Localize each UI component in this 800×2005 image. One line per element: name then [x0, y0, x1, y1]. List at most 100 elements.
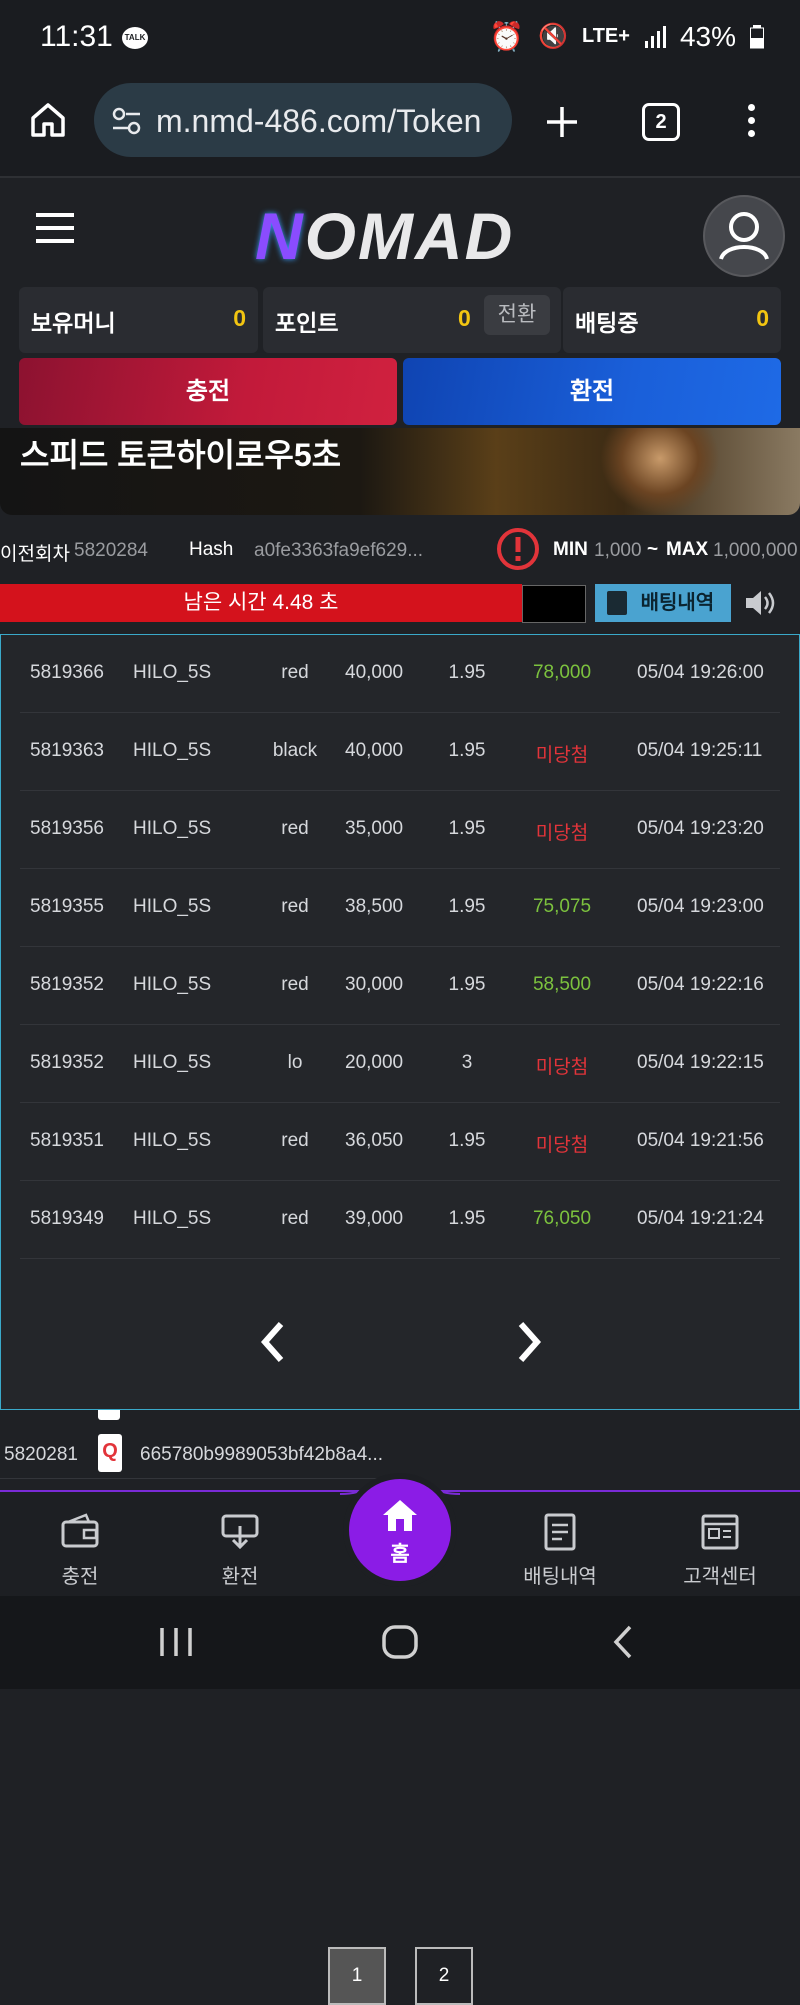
bet-odds: 1.95 — [448, 662, 486, 683]
bet-result: 미당첨 — [535, 1057, 589, 1078]
exchange-button[interactable]: 환전 — [403, 358, 781, 425]
game-name: HILO_5S — [133, 1130, 212, 1151]
user-icon — [719, 212, 769, 260]
bet-result: 미당첨 — [535, 1135, 589, 1156]
alert-icon[interactable] — [496, 527, 540, 571]
banner-character-image — [600, 428, 720, 515]
bet-id: 5819349 — [30, 1208, 104, 1229]
status-bar: 11:31 TALK ⏰ 🔇 LTE+ 43% — [0, 0, 800, 80]
bet-time: 05/04 19:22:16 — [637, 974, 764, 995]
point-value: 0 — [458, 305, 471, 331]
bet-time: 05/04 19:26:00 — [637, 662, 764, 683]
min-label: MIN — [553, 539, 588, 560]
nav-history-label: 배팅내역 — [523, 1566, 597, 1588]
charge-button[interactable]: 충전 — [19, 358, 397, 425]
point-label: 포인트 — [275, 310, 339, 336]
bet-amount: 40,000 — [345, 662, 404, 683]
home-icon[interactable] — [28, 100, 68, 140]
bet-pick: red — [281, 662, 309, 683]
status-icons: ⏰ 🔇 LTE+ 43% — [489, 20, 764, 53]
nav-home[interactable]: 홈 — [349, 1479, 451, 1581]
table-row: 5819349 HILO_5S red 39,000 1.95 76,050 05/04 1… — [20, 1181, 780, 1259]
sound-icon[interactable] — [744, 588, 778, 618]
betting-box: 배팅중 0 — [563, 287, 781, 353]
nav-home-label: 홈 — [390, 1543, 410, 1566]
page-1-button[interactable]: 1 — [328, 1947, 386, 2005]
bet-odds: 1.95 — [448, 896, 486, 917]
page-2-button[interactable]: 2 — [415, 1947, 473, 2005]
bet-odds: 3 — [461, 1052, 473, 1073]
address-bar[interactable]: m.nmd-486.com/Token — [94, 83, 512, 157]
betting-history-button[interactable]: 배팅내역 — [595, 584, 731, 622]
range-separator: ~ — [647, 539, 659, 560]
recents-icon[interactable] — [158, 1626, 194, 1658]
bet-time: 05/04 19:21:24 — [637, 1208, 764, 1229]
nav-history[interactable]: 배팅내역 — [490, 1513, 630, 1589]
bet-odds: 1.95 — [448, 1130, 486, 1151]
nav-exchange[interactable]: 환전 — [170, 1514, 310, 1589]
system-nav-bar — [0, 1596, 800, 1689]
bet-time: 05/04 19:23:00 — [637, 896, 764, 917]
document-icon — [544, 1513, 576, 1551]
bet-amount: 36,050 — [345, 1130, 404, 1151]
prev-page-icon[interactable] — [257, 1320, 287, 1364]
game-name: HILO_5S — [133, 662, 212, 683]
tab-switcher-button[interactable]: 2 — [642, 103, 680, 141]
withdraw-icon — [221, 1514, 259, 1550]
money-value: 0 — [233, 305, 246, 331]
table-row: 5819352 HILO_5S lo 20,000 3 미당첨 05/04 19:22:15 — [20, 1025, 780, 1103]
bet-id: 5819351 — [30, 1130, 104, 1151]
alarm-icon: ⏰ — [489, 21, 525, 52]
countdown-remainder — [522, 585, 586, 623]
bet-pick: red — [281, 1130, 309, 1151]
bet-pick: red — [281, 974, 309, 995]
hash-value: a0fe3363fa9ef629... — [254, 540, 424, 561]
convert-button[interactable]: 전환 — [484, 295, 550, 335]
home-nav-icon — [383, 1500, 417, 1531]
money-box: 보유머니 0 — [19, 287, 258, 353]
back-icon[interactable] — [610, 1624, 636, 1660]
bet-result: 75,075 — [532, 896, 592, 917]
menu-icon[interactable] — [36, 213, 74, 252]
new-tab-icon[interactable] — [545, 105, 579, 139]
bet-result: 76,050 — [532, 1208, 592, 1229]
bet-amount: 30,000 — [345, 974, 404, 995]
hash-label: Hash — [189, 539, 234, 560]
game-banner: 스피드 토큰하이로우5초 — [0, 428, 800, 515]
profile-avatar[interactable] — [703, 195, 785, 277]
round-info: 이전회차 5820284 Hash a0fe3363fa9ef629... MI… — [0, 525, 800, 575]
bet-id: 5819366 — [30, 662, 104, 683]
url-text: m.nmd-486.com/Token — [156, 103, 482, 139]
bet-id: 5819352 — [30, 1052, 104, 1073]
site-settings-icon[interactable] — [112, 107, 142, 135]
prev-round-label: 이전회차 — [0, 544, 70, 565]
bet-amount: 38,500 — [345, 896, 404, 917]
max-label: MAX — [666, 539, 709, 560]
nav-support[interactable]: 고객센터 — [650, 1514, 790, 1589]
nav-charge[interactable]: 충전 — [10, 1513, 150, 1589]
nav-exchange-label: 환전 — [221, 1566, 259, 1588]
home-system-icon[interactable] — [381, 1624, 419, 1660]
bet-odds: 1.95 — [448, 1208, 486, 1229]
network-label: LTE+ — [581, 25, 630, 47]
bet-time: 05/04 19:25:11 — [637, 740, 763, 761]
table-row: 5819351 HILO_5S red 36,050 1.95 미당첨 05/04 19:2… — [20, 1103, 780, 1181]
bet-pick: black — [272, 740, 318, 761]
signal-icon — [644, 25, 666, 48]
next-page-icon[interactable] — [515, 1320, 545, 1364]
min-value: 1,000 — [594, 540, 642, 561]
battery-text: 43% — [679, 20, 736, 52]
table-row: 5819355 HILO_5S red 38,500 1.95 75,075 05/04 1… — [20, 869, 780, 947]
more-menu-icon[interactable] — [748, 104, 756, 137]
money-label: 보유머니 — [31, 310, 116, 336]
bet-odds: 1.95 — [448, 974, 486, 995]
betting-history-label: 배팅내역 — [640, 592, 715, 614]
site-logo[interactable]: NOMAD — [255, 198, 514, 274]
game-name: HILO_5S — [133, 974, 212, 995]
mute-icon: 🔇 — [538, 23, 568, 50]
table-row: 5819366 HILO_5S red 40,000 1.95 78,000 05/04 1… — [20, 635, 780, 713]
list-icon — [607, 591, 627, 615]
bet-time: 05/04 19:21:56 — [637, 1130, 764, 1151]
game-name: HILO_5S — [133, 896, 212, 917]
betting-label: 배팅중 — [575, 310, 639, 336]
